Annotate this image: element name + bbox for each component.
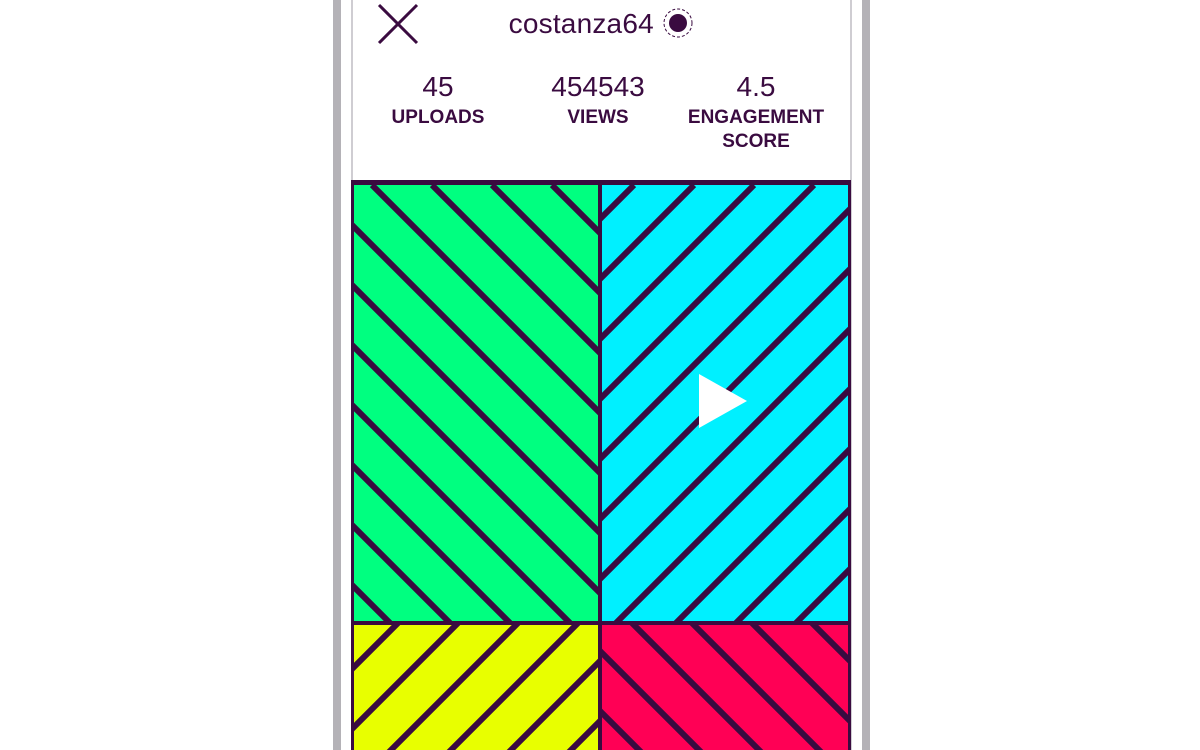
profile-stats: 45 UPLOADS 454543 VIEWS 4.5 ENGAGEMENT S…	[341, 70, 862, 170]
uploads-count: 45	[422, 71, 454, 102]
profile-screen: costanza64 45 UPLOADS 454543 VIEWS 4.5 E…	[341, 0, 862, 750]
engagement-label-line1: ENGAGEMENT	[687, 107, 825, 128]
engagement-score: 4.5	[736, 71, 776, 102]
engagement-label: ENGAGEMENT SCORE	[671, 106, 841, 154]
username: costanza64	[508, 8, 654, 39]
profile-header: costanza64	[341, 6, 862, 42]
device-frame-right	[862, 0, 870, 750]
play-button[interactable]	[697, 372, 749, 430]
device-frame-left	[333, 0, 341, 750]
views-label: VIEWS	[567, 107, 629, 128]
online-status-icon	[662, 7, 694, 39]
views-count: 454543	[551, 71, 645, 102]
upload-grid	[351, 180, 851, 750]
engagement-label-line2: SCORE	[722, 131, 790, 152]
stat-uploads: 45 UPLOADS	[353, 70, 523, 130]
play-icon	[699, 374, 747, 428]
stat-views: 454543 VIEWS	[513, 70, 683, 130]
stat-engagement: 4.5 ENGAGEMENT SCORE	[671, 70, 841, 154]
uploads-label: UPLOADS	[391, 107, 485, 128]
